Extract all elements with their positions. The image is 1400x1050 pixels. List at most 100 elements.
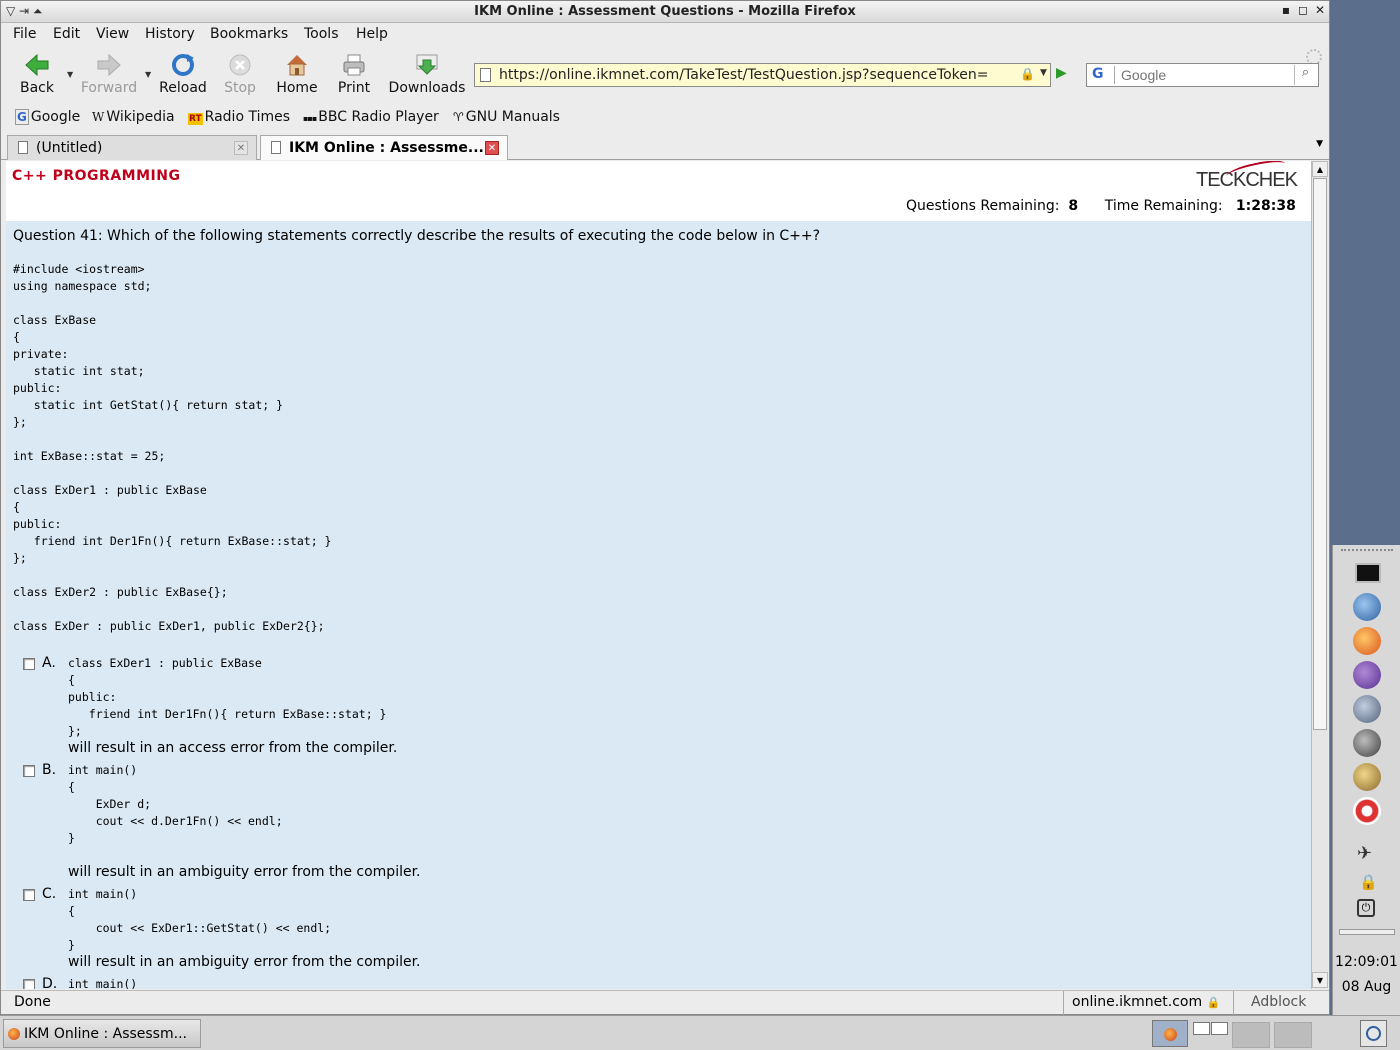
pin-icon[interactable]: ✈ xyxy=(1357,843,1372,864)
menu-edit[interactable]: Edit xyxy=(53,26,80,42)
bookmark-label: BBC Radio Player xyxy=(318,109,439,125)
menu-file[interactable]: File xyxy=(13,26,36,42)
bookmark-label: Google xyxy=(30,109,81,125)
teckchek-logo: TECKCHEK xyxy=(1196,161,1298,192)
stop-icon xyxy=(229,54,251,76)
speaker-icon[interactable] xyxy=(1353,695,1381,723)
workspace-1[interactable] xyxy=(1152,1020,1188,1047)
menu-bookmarks[interactable]: Bookmarks xyxy=(210,26,288,42)
radio-times-icon: RT xyxy=(188,113,203,125)
option-b-checkbox[interactable] xyxy=(23,765,35,777)
search-input[interactable] xyxy=(1121,67,1291,83)
help-lifebuoy-icon[interactable] xyxy=(1353,797,1381,825)
reload-icon xyxy=(172,54,194,76)
status-text: Done xyxy=(14,994,51,1010)
minimize-icon[interactable]: ▪ xyxy=(1279,3,1293,17)
lock-icon[interactable]: 🔒 xyxy=(1020,67,1035,81)
firefox-icon[interactable] xyxy=(1353,627,1381,655)
status-bar: Done online.ikmnet.com 🔒 Adblock xyxy=(1,990,1329,1015)
tools-icon[interactable] xyxy=(1353,763,1381,791)
url-text[interactable]: https://online.ikmnet.com/TakeTest/TestQ… xyxy=(499,67,1019,83)
taskbar-item-firefox[interactable]: IKM Online : Assessm... xyxy=(3,1019,201,1048)
thunderbird-icon[interactable] xyxy=(1353,593,1381,621)
workspace-4[interactable] xyxy=(1232,1022,1270,1048)
taskbar: IKM Online : Assessm... xyxy=(0,1015,1400,1050)
terminal-icon[interactable] xyxy=(1355,563,1381,583)
menu-history[interactable]: History xyxy=(145,26,195,42)
tab-close-icon[interactable]: ✕ xyxy=(485,141,499,155)
lock-screen-icon[interactable]: 🔒 xyxy=(1359,873,1378,891)
bookmark-gnu-manuals[interactable]: ♈ GNU Manuals xyxy=(453,109,560,125)
adblock-button[interactable]: Adblock xyxy=(1251,994,1306,1010)
option-code: int main() { ExDer d; cout << d.Der1Fn()… xyxy=(68,763,283,845)
option-code: class ExDer1 : public ExBase { public: f… xyxy=(68,656,387,738)
option-a-checkbox[interactable] xyxy=(23,658,35,670)
tab-label: IKM Online : Assessme... xyxy=(289,140,484,156)
url-bar[interactable]: https://online.ikmnet.com/TakeTest/TestQ… xyxy=(474,63,1051,87)
app-dock: ✈ 🔒 ⏻ xyxy=(1332,545,1400,1015)
workspace-5[interactable] xyxy=(1274,1022,1312,1048)
system-tray xyxy=(1150,1019,1387,1048)
bookmark-bbc-radio-player[interactable]: ▪▪▪ BBC Radio Player xyxy=(303,109,439,125)
tab-close-icon[interactable]: ✕ xyxy=(234,141,248,155)
stop-label: Stop xyxy=(224,80,256,96)
bookmark-wikipedia[interactable]: W Wikipedia xyxy=(92,109,175,125)
dock-grip[interactable] xyxy=(1341,549,1393,551)
menu-view[interactable]: View xyxy=(96,26,129,42)
security-panel[interactable]: online.ikmnet.com 🔒 xyxy=(1063,991,1234,1015)
menu-help[interactable]: Help xyxy=(356,26,388,42)
option-c-checkbox[interactable] xyxy=(23,889,35,901)
scrollbar-thumb[interactable] xyxy=(1313,178,1327,730)
home-icon xyxy=(287,55,307,76)
downloads-button[interactable]: Downloads xyxy=(387,52,467,96)
search-engine-icon[interactable]: G xyxy=(1089,66,1115,84)
title-bar[interactable]: ▽ ⇥ ⏶ IKM Online : Assessment Questions … xyxy=(1,1,1329,23)
workspace-3[interactable] xyxy=(1211,1022,1228,1035)
back-button[interactable]: Back xyxy=(16,52,58,96)
question-body: Question 41: Which of the following stat… xyxy=(6,221,1311,989)
phone-icon[interactable] xyxy=(1353,729,1381,757)
url-dropdown-icon[interactable]: ▼ xyxy=(1040,68,1047,78)
test-progress: Questions Remaining: 8 Time Remaining: 1… xyxy=(906,198,1296,214)
bookmark-google[interactable]: G Google xyxy=(15,109,80,125)
tab-list-dropdown-icon[interactable]: ▼ xyxy=(1316,139,1323,149)
print-button[interactable]: Print xyxy=(335,52,373,96)
bookmark-radio-times[interactable]: RT Radio Times xyxy=(188,109,290,125)
bookmark-label: GNU Manuals xyxy=(465,109,560,125)
option-d-checkbox[interactable] xyxy=(23,979,35,989)
tab-untitled[interactable]: (Untitled) ✕ xyxy=(7,135,257,160)
gnu-icon: ♈ xyxy=(453,110,464,124)
lock-icon: 🔒 xyxy=(1206,996,1221,1009)
reload-label: Reload xyxy=(159,80,207,96)
workspace-2[interactable] xyxy=(1193,1022,1210,1035)
home-button[interactable]: Home xyxy=(275,52,319,96)
forward-dropdown-icon[interactable]: ▼ xyxy=(145,70,151,79)
window-title: IKM Online : Assessment Questions - Mozi… xyxy=(474,4,856,19)
scroll-up-icon[interactable]: ▲ xyxy=(1312,161,1328,177)
forward-button[interactable]: Forward xyxy=(79,52,139,96)
option-result: will result in an access error from the … xyxy=(68,740,398,756)
bookmarks-toolbar: G Google W Wikipedia RT Radio Times ▪▪▪ BBC … xyxy=(1,106,1329,130)
menu-tools[interactable]: Tools xyxy=(304,26,339,42)
close-window-icon[interactable]: ✕ xyxy=(1313,3,1327,17)
option-result: will result in an ambiguity error from t… xyxy=(68,864,421,880)
clock-time: 12:09:01 xyxy=(1335,954,1398,970)
stop-button[interactable]: Stop xyxy=(221,52,259,96)
wikipedia-icon: W xyxy=(92,110,105,124)
tab-ikm-online[interactable]: IKM Online : Assessme... ✕ xyxy=(260,135,508,160)
back-dropdown-icon[interactable]: ▼ xyxy=(67,70,73,79)
search-icon[interactable]: ⌕ xyxy=(1294,65,1316,85)
show-desktop-button[interactable] xyxy=(1360,1020,1387,1047)
questions-remaining-label: Questions Remaining: xyxy=(906,198,1060,214)
power-icon[interactable]: ⏻ xyxy=(1357,899,1375,917)
nvu-icon[interactable] xyxy=(1353,661,1381,689)
go-button[interactable]: ▶ xyxy=(1056,65,1076,85)
maximize-icon[interactable]: ◻ xyxy=(1296,3,1310,17)
tab-bar: (Untitled) ✕ IKM Online : Assessme... ✕ … xyxy=(1,133,1329,160)
taskbar-item-label: IKM Online : Assessm... xyxy=(24,1026,187,1042)
option-letter: B. xyxy=(42,762,57,778)
reload-button[interactable]: Reload xyxy=(157,52,209,96)
scroll-down-icon[interactable]: ▼ xyxy=(1312,972,1328,988)
vertical-scrollbar[interactable]: ▲ ▼ xyxy=(1311,161,1328,989)
print-label: Print xyxy=(337,80,371,96)
